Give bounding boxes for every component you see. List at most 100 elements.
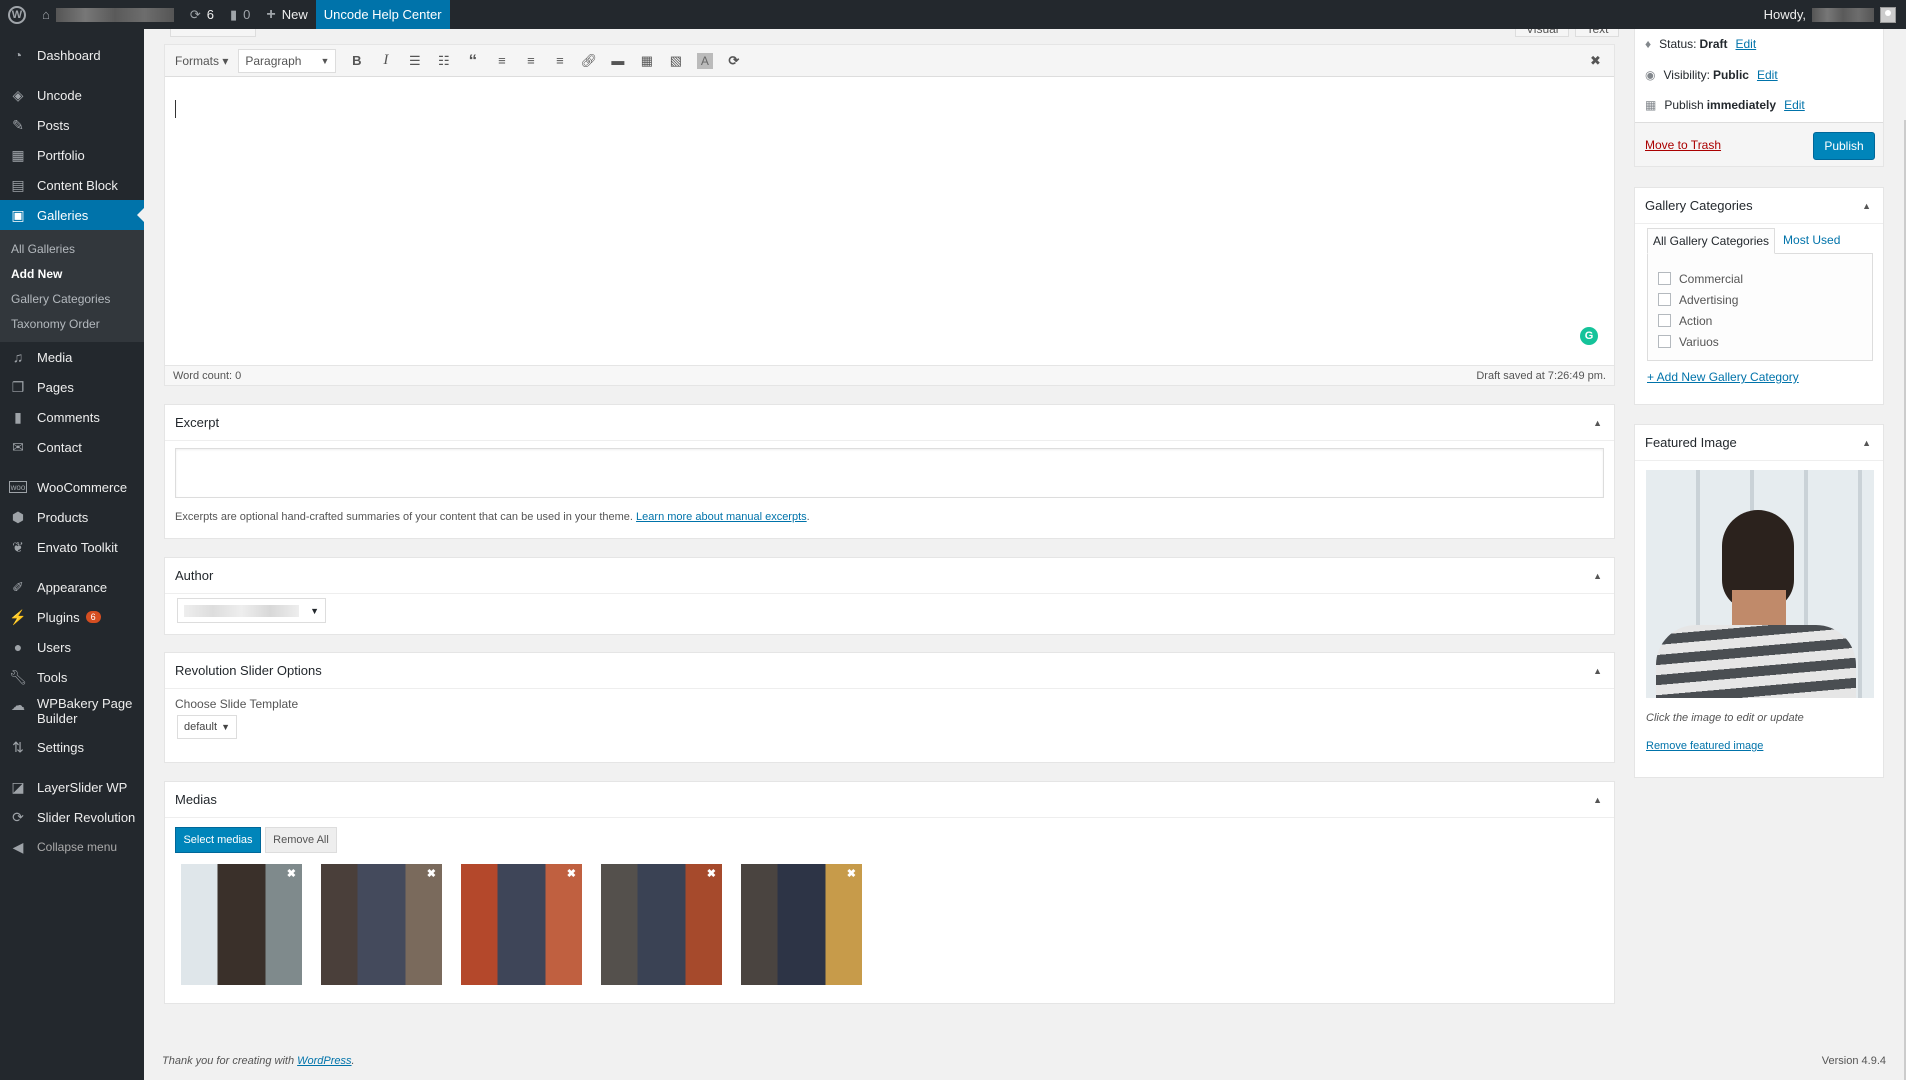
media-thumbnail[interactable]: ✖ — [321, 864, 442, 985]
sidebar-item-galleries[interactable]: ▣ Galleries — [0, 200, 144, 230]
submenu-taxonomy-order[interactable]: Taxonomy Order — [0, 311, 144, 336]
edit-visibility-link[interactable]: Edit — [1757, 68, 1778, 82]
media-thumbnail[interactable]: ✖ — [181, 864, 302, 985]
learn-more-excerpts-link[interactable]: Learn more about manual excerpts — [636, 511, 807, 523]
sidebar-item-woocommerce[interactable]: woo WooCommerce — [0, 472, 144, 502]
grammarly-icon[interactable]: G — [1580, 327, 1598, 345]
sidebar-item-contact[interactable]: ✉ Contact — [0, 432, 144, 462]
gallery-categories-header[interactable]: Gallery Categories ▲ — [1635, 188, 1883, 224]
sidebar-item-tools[interactable]: 🔧︎ Tools — [0, 662, 144, 692]
bullet-list-icon[interactable]: ☰ — [400, 47, 429, 75]
add-new-gallery-category-link[interactable]: + Add New Gallery Category — [1647, 370, 1799, 384]
media-thumbnail[interactable]: ✖ — [601, 864, 722, 985]
excerpt-header[interactable]: Excerpt ▲ — [165, 405, 1614, 441]
edit-schedule-link[interactable]: Edit — [1784, 98, 1805, 112]
updates-link[interactable]: ⟳ 6 — [182, 0, 222, 29]
sidebar-item-appearance[interactable]: ✐ Appearance — [0, 572, 144, 602]
submenu-all-galleries[interactable]: All Galleries — [0, 236, 144, 261]
sidebar-item-dashboard[interactable]: ◔ Dashboard — [0, 40, 144, 70]
sidebar-item-users[interactable]: ● Users — [0, 632, 144, 662]
wp-logo-button[interactable]: W — [0, 0, 34, 29]
collapse-arrow-icon[interactable]: ▲ — [1593, 666, 1602, 676]
remove-media-icon[interactable]: ✖ — [427, 867, 436, 880]
link-icon[interactable]: 🔗︎ — [574, 47, 603, 75]
sidebar-item-posts[interactable]: ✎ Posts — [0, 110, 144, 140]
sidebar-item-media[interactable]: ♫ Media — [0, 342, 144, 372]
my-account[interactable]: Howdy, — [1764, 6, 1906, 23]
italic-icon[interactable]: I — [371, 47, 400, 75]
move-to-trash-link[interactable]: Move to Trash — [1645, 138, 1721, 152]
publish-button[interactable]: Publish — [1813, 132, 1875, 160]
sidebar-item-envato-toolkit[interactable]: ❦ Envato Toolkit — [0, 532, 144, 562]
sidebar-item-settings[interactable]: ⇅ Settings — [0, 732, 144, 762]
refresh-icon[interactable]: ⟳ — [719, 47, 748, 75]
collapse-arrow-icon[interactable]: ▲ — [1593, 418, 1602, 428]
category-item[interactable]: Commercial — [1658, 268, 1862, 289]
category-checkbox[interactable] — [1658, 314, 1671, 327]
remove-media-icon[interactable]: ✖ — [287, 867, 296, 880]
author-select[interactable]: ▼ — [177, 598, 326, 623]
collapse-arrow-icon[interactable]: ▲ — [1593, 571, 1602, 581]
add-media-button-partial[interactable] — [170, 29, 256, 37]
align-center-icon[interactable]: ≡ — [516, 47, 545, 75]
numbered-list-icon[interactable]: ☷ — [429, 47, 458, 75]
sidebar-item-content-block[interactable]: ▤ Content Block — [0, 170, 144, 200]
site-name-link[interactable]: ⌂ — [34, 0, 182, 29]
submenu-gallery-categories[interactable]: Gallery Categories — [0, 286, 144, 311]
paragraph-select[interactable]: Paragraph ▼ — [238, 48, 337, 73]
text-color-icon[interactable]: A — [690, 47, 719, 75]
wordpress-link[interactable]: WordPress — [297, 1055, 351, 1067]
sidebar-item-pages[interactable]: ❐ Pages — [0, 372, 144, 402]
media-thumbnail[interactable]: ✖ — [461, 864, 582, 985]
sidebar-item-slider-revolution[interactable]: ⟳ Slider Revolution — [0, 802, 144, 832]
align-right-icon[interactable]: ≡ — [545, 47, 574, 75]
tab-most-used[interactable]: Most Used — [1775, 228, 1848, 254]
fullscreen-icon[interactable]: ✖ — [1581, 47, 1610, 75]
collapse-arrow-icon[interactable]: ▲ — [1862, 438, 1871, 448]
remove-media-icon[interactable]: ✖ — [707, 867, 716, 880]
submenu-add-new[interactable]: Add New — [0, 261, 144, 286]
sidebar-item-layerslider[interactable]: ◪ LayerSlider WP — [0, 772, 144, 802]
media-thumbnail[interactable]: ✖ — [741, 864, 862, 985]
remove-all-button[interactable]: Remove All — [265, 827, 337, 853]
revslider-header[interactable]: Revolution Slider Options ▲ — [165, 653, 1614, 689]
editor-content-area[interactable]: G — [165, 77, 1614, 367]
tab-text[interactable]: Text — [1575, 29, 1620, 37]
featured-image-header[interactable]: Featured Image ▲ — [1635, 425, 1883, 461]
category-checkbox[interactable] — [1658, 272, 1671, 285]
read-more-icon[interactable]: ▬ — [603, 47, 632, 75]
remove-media-icon[interactable]: ✖ — [567, 867, 576, 880]
uncode-help-center-link[interactable]: Uncode Help Center — [315, 0, 450, 29]
featured-image-thumbnail[interactable] — [1646, 470, 1874, 698]
sidebar-item-products[interactable]: ⬢ Products — [0, 502, 144, 532]
sidebar-item-uncode[interactable]: ◈ Uncode — [0, 80, 144, 110]
category-checkbox[interactable] — [1658, 335, 1671, 348]
comments-link[interactable]: ▮ 0 — [222, 0, 258, 29]
sidebar-item-wpbakery[interactable]: ☁ WPBakery Page Builder — [0, 692, 144, 732]
sidebar-item-plugins[interactable]: ⚡ Plugins 6 — [0, 602, 144, 632]
formats-dropdown[interactable]: Formats ▾ — [175, 54, 228, 68]
collapse-menu-button[interactable]: ◀ Collapse menu — [0, 832, 144, 862]
author-header[interactable]: Author ▲ — [165, 558, 1614, 594]
category-item[interactable]: Variuos — [1658, 331, 1862, 352]
align-left-icon[interactable]: ≡ — [487, 47, 516, 75]
excerpt-input[interactable] — [175, 448, 1604, 498]
collapse-arrow-icon[interactable]: ▲ — [1593, 795, 1602, 805]
tab-all-categories[interactable]: All Gallery Categories — [1647, 228, 1776, 254]
select-medias-button[interactable]: Select medias — [175, 827, 261, 853]
blockquote-icon[interactable]: “ — [458, 47, 487, 75]
bold-icon[interactable]: B — [342, 47, 371, 75]
new-content-link[interactable]: + New — [258, 0, 315, 29]
add-gallery-icon[interactable]: ▧ — [661, 47, 690, 75]
category-item[interactable]: Action — [1658, 310, 1862, 331]
sidebar-item-comments[interactable]: ▮ Comments — [0, 402, 144, 432]
tab-visual[interactable]: Visual — [1515, 29, 1570, 37]
collapse-arrow-icon[interactable]: ▲ — [1862, 201, 1871, 211]
remove-featured-image-link[interactable]: Remove featured image — [1646, 740, 1763, 752]
slide-template-select[interactable]: default ▼ — [177, 715, 237, 739]
category-item[interactable]: Advertising — [1658, 289, 1862, 310]
medias-header[interactable]: Medias ▲ — [165, 782, 1614, 818]
remove-media-icon[interactable]: ✖ — [847, 867, 856, 880]
toolbar-toggle-icon[interactable]: ▦ — [632, 47, 661, 75]
sidebar-item-portfolio[interactable]: ▦ Portfolio — [0, 140, 144, 170]
